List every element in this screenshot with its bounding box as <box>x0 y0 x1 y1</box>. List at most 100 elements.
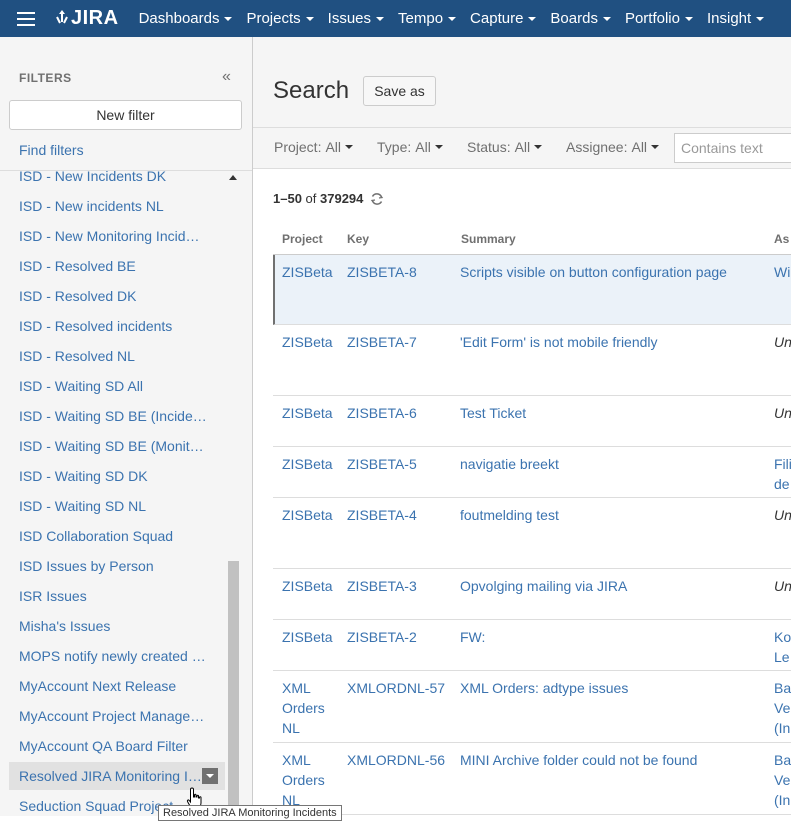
filter-item[interactable]: ISR Issues <box>9 582 225 610</box>
row-project[interactable]: ZISBeta <box>282 627 333 647</box>
row-key[interactable]: ZISBETA-2 <box>347 627 417 647</box>
result-range: 1–50 <box>273 191 302 206</box>
row-key[interactable]: ZISBETA-3 <box>347 576 417 596</box>
row-project[interactable]: ZISBeta <box>282 403 333 423</box>
column-key[interactable]: Key <box>347 232 369 246</box>
row-key[interactable]: ZISBETA-8 <box>347 262 417 282</box>
filter-dropdown-icon[interactable] <box>202 768 218 784</box>
row-assignee[interactable]: Fili de <box>774 454 791 494</box>
row-key[interactable]: ZISBETA-4 <box>347 505 417 525</box>
collapse-sidebar-icon[interactable]: « <box>222 68 231 86</box>
row-project[interactable]: ZISBeta <box>282 505 333 525</box>
nav-projects[interactable]: Projects <box>246 10 314 27</box>
scroll-up-icon[interactable] <box>229 175 237 180</box>
filter-item[interactable]: ISD - New incidents NL <box>9 192 225 220</box>
row-summary[interactable]: Test Ticket <box>460 403 760 423</box>
filter-item-label: ISR Issues <box>19 588 87 604</box>
filter-item[interactable]: ISD - Waiting SD BE (Monitoring) <box>9 432 225 460</box>
table-row[interactable]: XML Orders NL XMLORDNL-57 XML Orders: ad… <box>273 671 791 743</box>
table-row[interactable]: ZISBeta ZISBETA-4 foutmelding test Un <box>273 498 791 569</box>
new-filter-button[interactable]: New filter <box>9 100 242 130</box>
filter-item[interactable]: ISD Collaboration Squad <box>9 522 225 550</box>
table-row[interactable]: ZISBeta ZISBETA-2 FW: Ko Le <box>273 620 791 671</box>
table-row[interactable]: ZISBeta ZISBETA-6 Test Ticket Un <box>273 396 791 447</box>
table-row[interactable]: XML Orders NL XMLORDNL-56 MINI Archive f… <box>273 743 791 815</box>
filter-item[interactable]: ISD - Resolved BE <box>9 252 225 280</box>
filter-item[interactable]: MyAccount Next Release <box>9 672 225 700</box>
type-filter[interactable]: Type: All <box>377 139 443 155</box>
row-assignee[interactable]: Ko Le <box>774 627 791 667</box>
filter-item-label: ISD - New Monitoring Incidents <box>19 228 207 244</box>
filter-item[interactable]: ISD - Waiting SD NL <box>9 492 225 520</box>
table-row-selected[interactable]: ZISBeta ZISBETA-8 Scripts visible on but… <box>273 255 791 325</box>
row-summary[interactable]: FW: <box>460 627 760 647</box>
filter-item[interactable]: Misha's Issues <box>9 612 225 640</box>
assignee-filter[interactable]: Assignee: All <box>566 139 660 155</box>
filter-item[interactable]: ISD - Waiting SD DK <box>9 462 225 490</box>
row-key[interactable]: XMLORDNL-57 <box>347 678 445 698</box>
table-row[interactable]: ZISBeta ZISBETA-5 navigatie breekt Fili … <box>273 447 791 498</box>
row-key[interactable]: XMLORDNL-56 <box>347 750 445 770</box>
nav-insight[interactable]: Insight <box>707 10 765 27</box>
refresh-icon[interactable] <box>370 192 384 206</box>
filter-item[interactable]: MyAccount QA Board Filter <box>9 732 225 760</box>
find-filters-link[interactable]: Find filters <box>19 142 84 158</box>
filter-item[interactable]: ISD - Resolved DK <box>9 282 225 310</box>
nav-capture[interactable]: Capture <box>470 10 537 27</box>
chevron-down-icon <box>376 16 385 21</box>
row-summary[interactable]: 'Edit Form' is not mobile friendly <box>460 332 760 352</box>
nav-portfolio[interactable]: Portfolio <box>625 10 693 27</box>
row-project[interactable]: ZISBeta <box>282 332 333 352</box>
contains-text-input[interactable]: Contains text <box>674 133 791 163</box>
filter-item[interactable]: ISD - Waiting SD BE (Incidents) <box>9 402 225 430</box>
nav-dashboards[interactable]: Dashboards <box>139 10 233 27</box>
row-assignee[interactable]: Wi <box>774 262 790 282</box>
filter-item[interactable]: ISD - Resolved NL <box>9 342 225 370</box>
row-summary[interactable]: navigatie breekt <box>460 454 760 474</box>
filter-item[interactable]: ISD Issues by Person <box>9 552 225 580</box>
row-project[interactable]: ZISBeta <box>282 262 333 282</box>
status-filter[interactable]: Status: All <box>467 139 543 155</box>
filter-item-label: Seduction Squad Project <box>19 798 174 814</box>
filter-item-label: ISD - New incidents NL <box>19 198 164 214</box>
nav-issues[interactable]: Issues <box>328 10 385 27</box>
row-assignee[interactable]: Ba Ve (In <box>774 750 791 810</box>
filter-item[interactable]: ISD - New Monitoring Incidents <box>9 222 225 250</box>
save-as-button[interactable]: Save as <box>363 76 436 106</box>
scrollbar-thumb[interactable] <box>228 561 239 816</box>
row-assignee[interactable]: Ba Ve (In <box>774 678 791 738</box>
table-row[interactable]: ZISBeta ZISBETA-7 'Edit Form' is not mob… <box>273 325 791 396</box>
row-project[interactable]: ZISBeta <box>282 454 333 474</box>
row-key[interactable]: ZISBETA-7 <box>347 332 417 352</box>
filter-item-hovered[interactable]: Resolved JIRA Monitoring Incidents <box>9 762 225 790</box>
row-project[interactable]: XML Orders NL <box>282 750 332 810</box>
filter-item[interactable]: ISD - Resolved incidents <box>9 312 225 340</box>
filter-item[interactable]: ISD - Waiting SD All <box>9 372 225 400</box>
row-summary[interactable]: MINI Archive folder could not be found <box>460 750 760 770</box>
jira-logo[interactable]: JIRA <box>55 7 119 30</box>
filter-item[interactable]: ISD - New Incidents DK <box>9 171 225 190</box>
row-key[interactable]: ZISBETA-5 <box>347 454 417 474</box>
row-summary[interactable]: XML Orders: adtype issues <box>460 678 760 698</box>
row-project[interactable]: XML Orders NL <box>282 678 332 738</box>
search-header: Search Save as <box>253 37 791 127</box>
column-project[interactable]: Project <box>282 232 323 246</box>
table-row[interactable]: ZISBeta ZISBETA-3 Opvolging mailing via … <box>273 569 791 620</box>
filter-item[interactable]: MOPS notify newly created issues <box>9 642 225 670</box>
row-project[interactable]: ZISBeta <box>282 576 333 596</box>
column-summary[interactable]: Summary <box>461 232 516 246</box>
filter-item-label: MyAccount QA Board Filter <box>19 738 188 754</box>
nav-tempo[interactable]: Tempo <box>398 10 457 27</box>
search-main: Search Save as Project: All Type: All Stat… <box>253 37 791 816</box>
row-summary[interactable]: foutmelding test <box>460 505 760 525</box>
row-key[interactable]: ZISBETA-6 <box>347 403 417 423</box>
result-count: 1–50 of 379294 <box>273 191 384 206</box>
project-filter[interactable]: Project: All <box>274 139 354 155</box>
filter-scrollbar[interactable] <box>227 171 241 816</box>
filter-item[interactable]: MyAccount Project Management <box>9 702 225 730</box>
nav-boards[interactable]: Boards <box>550 10 611 27</box>
menu-icon[interactable] <box>0 0 52 37</box>
row-summary[interactable]: Opvolging mailing via JIRA <box>460 576 760 596</box>
row-summary[interactable]: Scripts visible on button configuration … <box>460 262 760 282</box>
column-assignee[interactable]: As <box>774 232 789 246</box>
